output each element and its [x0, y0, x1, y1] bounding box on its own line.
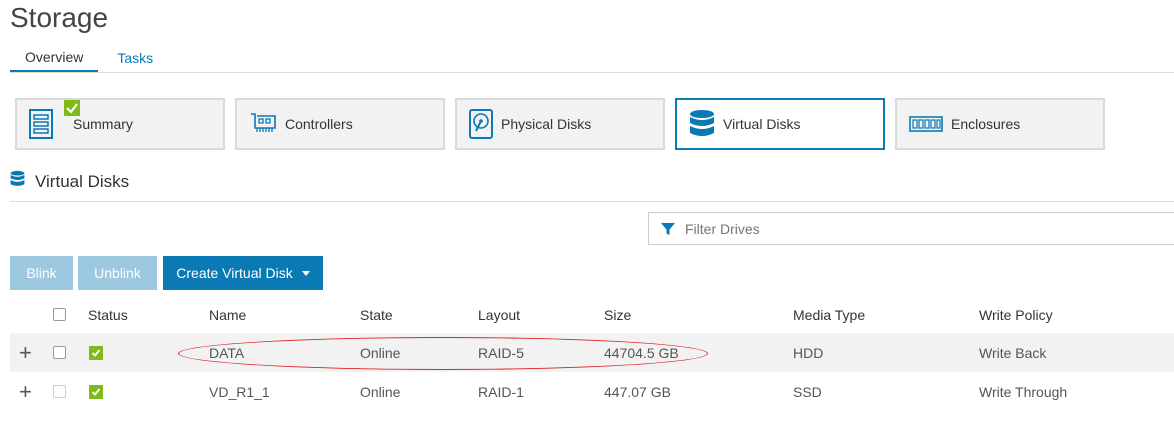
layout-cell: RAID-5: [478, 344, 524, 361]
section-header: Virtual Disks: [10, 170, 129, 193]
row-checkbox-cell: [53, 372, 66, 411]
media-type-cell: SSD: [793, 383, 822, 400]
tile-enclosures[interactable]: Enclosures: [895, 98, 1105, 150]
storage-tiles: Summary Controllers Physical Disks Virtu…: [15, 98, 1115, 150]
column-header-write-policy[interactable]: Write Policy: [979, 296, 1053, 333]
tile-virtual-disks[interactable]: Virtual Disks: [675, 98, 885, 150]
blink-button[interactable]: Blink: [10, 256, 73, 290]
section-divider: [10, 201, 1174, 202]
status-ok-icon: [89, 345, 103, 360]
funnel-icon: [661, 222, 675, 236]
expand-plus-icon[interactable]: +: [19, 372, 32, 411]
table-row[interactable]: + DATA Online RAID-5 44704.5 GB HDD Writ…: [10, 333, 1174, 372]
name-cell: VD_R1_1: [209, 383, 270, 400]
caret-down-icon: [301, 270, 310, 276]
select-all-checkbox-cell: [53, 296, 66, 333]
tile-physical-disks[interactable]: Physical Disks: [455, 98, 665, 150]
create-virtual-disk-label: Create Virtual Disk: [176, 265, 293, 281]
tile-controllers-label: Controllers: [285, 116, 353, 132]
column-header-size[interactable]: Size: [604, 296, 631, 333]
tabs-divider: [10, 72, 1174, 73]
unblink-button[interactable]: Unblink: [78, 256, 157, 290]
size-cell: 44704.5 GB: [604, 344, 679, 361]
select-all-checkbox[interactable]: [53, 308, 66, 321]
status-cell: [89, 333, 103, 372]
tile-virtual-disks-label: Virtual Disks: [723, 116, 801, 132]
create-virtual-disk-button[interactable]: Create Virtual Disk: [163, 256, 323, 290]
page-title: Storage: [10, 2, 109, 33]
column-header-status[interactable]: Status: [88, 296, 128, 333]
table-header-row: Status Name State Layout Size Media Type…: [10, 296, 1174, 333]
row-checkbox[interactable]: [53, 346, 66, 359]
expand-plus-icon[interactable]: +: [19, 333, 32, 372]
status-cell: [89, 372, 103, 411]
tile-controllers[interactable]: Controllers: [235, 98, 445, 150]
size-cell: 447.07 GB: [604, 383, 671, 400]
layout-cell: RAID-1: [478, 383, 524, 400]
check-badge-icon: [64, 100, 80, 116]
name-cell: DATA: [209, 344, 245, 361]
tab-tasks[interactable]: Tasks: [102, 46, 168, 73]
tab-bar: Overview Tasks: [10, 46, 168, 73]
controller-card-icon: [249, 112, 277, 136]
tile-physical-disks-label: Physical Disks: [501, 116, 592, 132]
tile-enclosures-label: Enclosures: [951, 116, 1021, 132]
filter-input[interactable]: [685, 220, 1085, 237]
write-policy-cell: Write Through: [979, 383, 1068, 400]
column-header-media-type[interactable]: Media Type: [793, 296, 865, 333]
hard-disk-icon: [469, 109, 493, 139]
media-type-cell: HDD: [793, 344, 824, 361]
section-title: Virtual Disks: [35, 171, 130, 191]
column-header-name[interactable]: Name: [209, 296, 246, 333]
tile-summary[interactable]: Summary: [15, 98, 225, 150]
write-policy-cell: Write Back: [979, 344, 1047, 361]
table-row[interactable]: + VD_R1_1 Online RAID-1 447.07 GB SSD Wr…: [10, 372, 1174, 411]
row-checkbox-cell: [53, 333, 66, 372]
status-ok-icon: [89, 384, 103, 399]
state-cell: Online: [360, 383, 401, 400]
state-cell: Online: [360, 344, 401, 361]
filter-box[interactable]: [648, 212, 1174, 245]
tile-summary-label: Summary: [73, 116, 133, 132]
tab-overview[interactable]: Overview: [10, 46, 99, 73]
database-icon: [10, 170, 25, 193]
enclosure-icon: [909, 116, 943, 132]
row-checkbox[interactable]: [53, 385, 66, 398]
column-header-state[interactable]: State: [360, 296, 393, 333]
summary-icon: [29, 109, 53, 139]
column-header-layout[interactable]: Layout: [478, 296, 520, 333]
database-icon: [689, 109, 715, 139]
